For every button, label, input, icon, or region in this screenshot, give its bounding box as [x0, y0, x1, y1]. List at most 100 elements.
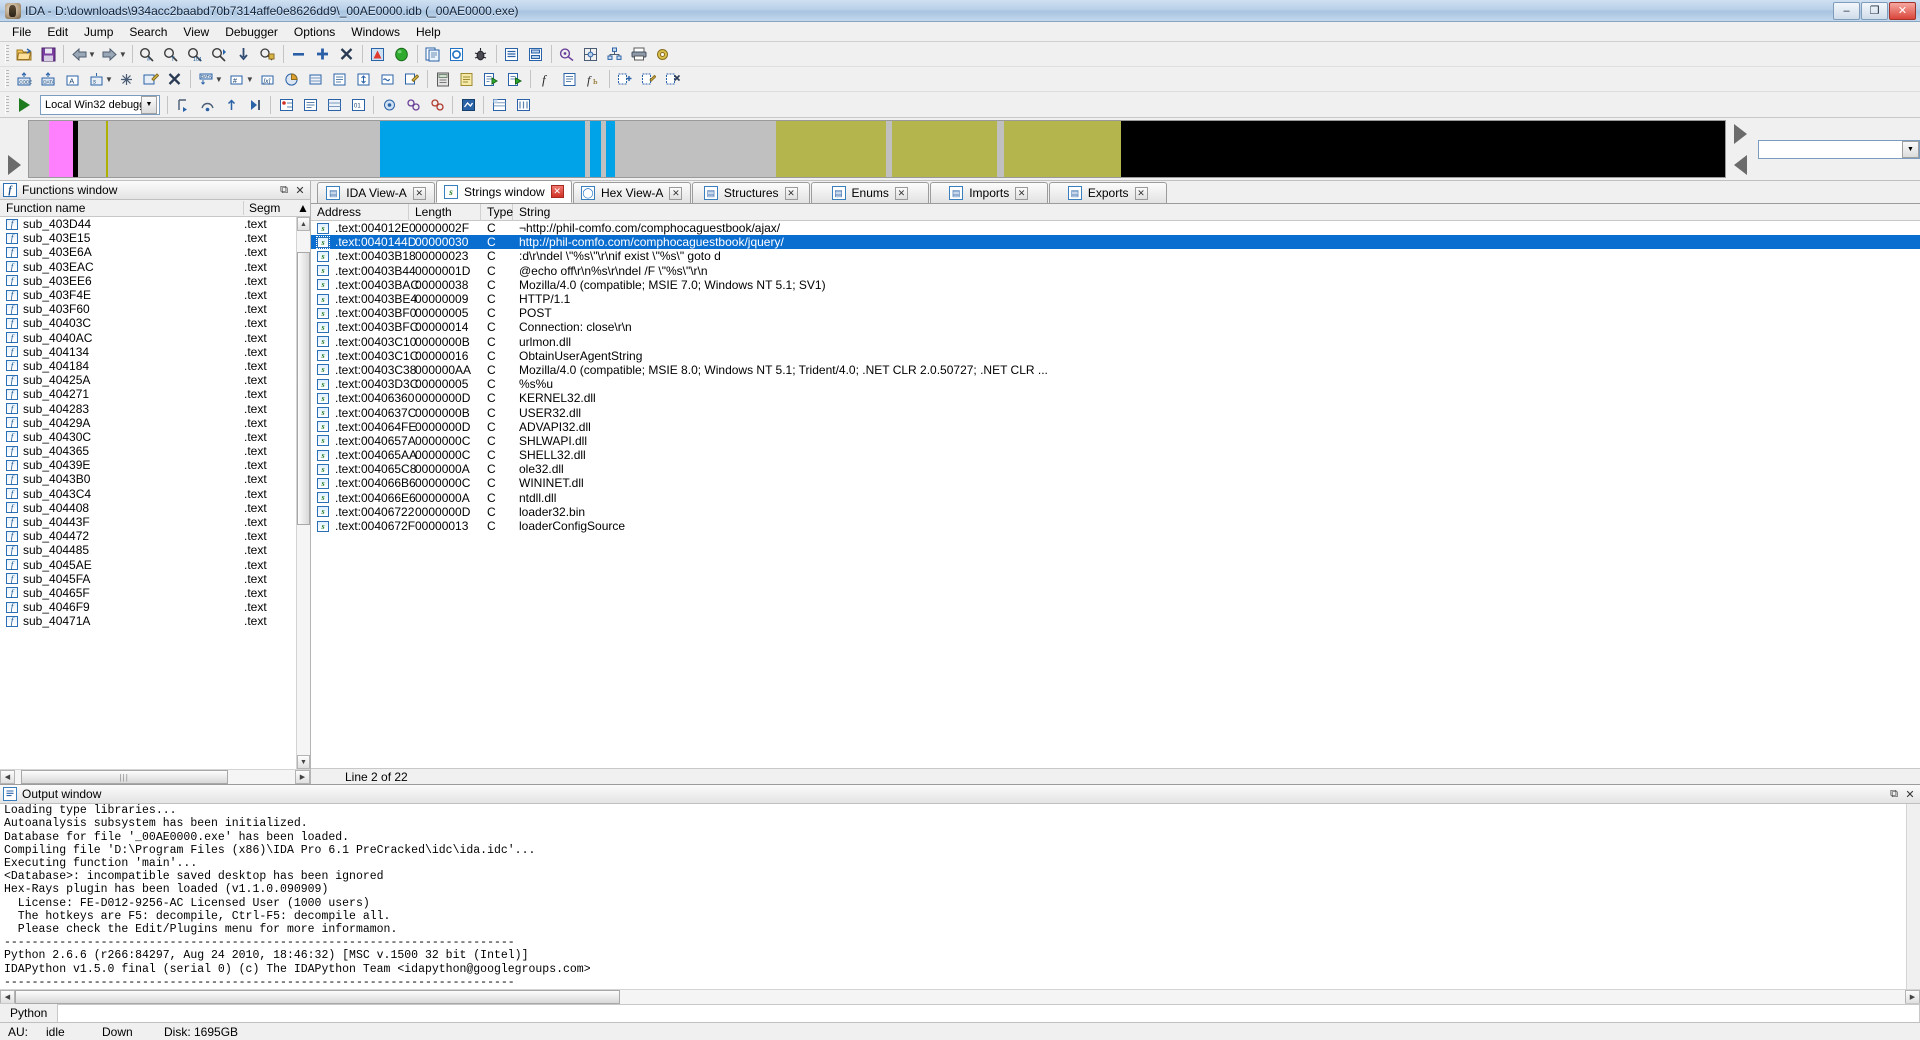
undock-icon[interactable]: ⧉ [277, 183, 291, 197]
tab-exports[interactable]: ▤ Exports ✕ [1048, 182, 1167, 203]
debugger-select[interactable]: Local Win32 debugger ▼ [40, 94, 160, 115]
menu-options[interactable]: Options [286, 23, 343, 41]
warning-icon[interactable] [367, 44, 389, 65]
nav-left-arrows[interactable] [0, 118, 28, 180]
back-dropdown-icon[interactable]: ▼ [88, 50, 96, 59]
nav-segment[interactable] [605, 121, 615, 177]
strings-table-row[interactable]: s .text:00403BE4 00000009 C HTTP/1.1 [311, 292, 1920, 306]
nav-segment[interactable] [775, 121, 887, 177]
strings-list[interactable]: s .text:004012E0 0000002F C ¬http://phil-com… [311, 221, 1920, 768]
functions-list[interactable]: f sub_403D44 .text f sub_403E15 .text f sub_403… [0, 217, 310, 770]
tab-structures[interactable]: ▤ Structures ✕ [691, 182, 810, 203]
function-list-item[interactable]: f sub_4045FA .text [0, 572, 296, 586]
array-icon[interactable]: [x] [257, 69, 279, 90]
function-list-item[interactable]: f sub_40430C .text [0, 430, 296, 444]
nav-segment[interactable] [614, 121, 776, 177]
nav-segment[interactable] [892, 121, 998, 177]
function-list-item[interactable]: f sub_404134 .text [0, 345, 296, 359]
function-list-item[interactable]: f sub_40403C .text [0, 316, 296, 330]
column-type[interactable]: Type [481, 203, 513, 221]
navigate-icon[interactable] [580, 44, 602, 65]
tab-close-icon[interactable]: ✕ [412, 186, 426, 200]
breakpoint-edit-icon[interactable] [638, 69, 660, 90]
column-function-name[interactable]: Function name [0, 201, 244, 215]
breakpoint-add-icon[interactable] [614, 69, 636, 90]
strings-table-row[interactable]: s .text:00403BF0 00000005 C POST [311, 306, 1920, 320]
maximize-button[interactable]: ❐ [1861, 1, 1888, 20]
strings-table-row[interactable]: s .text:00406360 0000000D C KERNEL32.dll [311, 391, 1920, 405]
xrefs-icon[interactable] [604, 44, 626, 65]
execute-script-icon[interactable] [480, 69, 502, 90]
python-input[interactable] [58, 1003, 1920, 1023]
zoom-out-icon[interactable] [288, 44, 310, 65]
hscroll-track[interactable]: ||| [15, 770, 295, 785]
function-list-item[interactable]: f sub_404283 .text [0, 401, 296, 416]
nav-zoom-combo[interactable]: ▼ [1758, 139, 1920, 159]
chevron-down-icon[interactable]: ▼ [141, 95, 157, 114]
hex-view-icon[interactable] [446, 44, 468, 65]
debug-options-icon[interactable] [378, 94, 400, 115]
local-types-icon[interactable] [559, 69, 581, 90]
debug-bug-icon[interactable] [470, 44, 492, 65]
out-hscroll-track[interactable] [15, 989, 1905, 1004]
edit-function-icon[interactable] [140, 69, 162, 90]
show-threads-icon[interactable] [512, 94, 534, 115]
output-log[interactable]: Loading type libraries... Autoanalysis su… [0, 804, 1920, 989]
menu-edit[interactable]: Edit [39, 23, 76, 41]
function-list-item[interactable]: f sub_4045AE .text [0, 558, 296, 572]
function-list-item[interactable]: f sub_403F4E .text [0, 288, 296, 302]
step-out-icon[interactable] [220, 94, 242, 115]
stack-var-icon[interactable] [353, 69, 375, 90]
tab-close-icon[interactable]: ✕ [550, 185, 564, 198]
make-ascii-icon[interactable]: A [61, 69, 83, 90]
watch-list-icon[interactable] [299, 94, 321, 115]
show-stack-icon[interactable] [488, 94, 510, 115]
scroll-down-icon[interactable]: ▼ [297, 755, 310, 770]
strings-table-row[interactable]: s .text:00403BAC 00000038 C Mozilla/4.0 (com… [311, 278, 1920, 292]
function-list-item[interactable]: f sub_4043C4 .text [0, 487, 296, 501]
nav-segment[interactable] [379, 121, 585, 177]
close-button[interactable]: ✕ [1889, 1, 1916, 20]
debug-toolbar-grip[interactable] [5, 95, 9, 114]
calculator-icon[interactable] [432, 69, 454, 90]
nav-segment[interactable] [29, 121, 49, 177]
data-format-icon[interactable]: DATA [195, 69, 217, 90]
run-green-icon[interactable] [391, 44, 413, 65]
navigator-bar[interactable] [28, 120, 1726, 178]
structures-list-icon[interactable] [329, 69, 351, 90]
strings-table-row[interactable]: s .text:00403BFC 00000014 C Connection: clos… [311, 320, 1920, 334]
zoom-in-icon[interactable] [312, 44, 334, 65]
tracing-icon[interactable] [457, 94, 479, 115]
detach-process-icon[interactable] [426, 94, 448, 115]
nav-segment[interactable] [107, 121, 380, 177]
function-list-item[interactable]: f sub_40439E .text [0, 458, 296, 472]
menu-debugger[interactable]: Debugger [217, 23, 286, 41]
strings-table-row[interactable]: s .text:0040144D 00000030 Chttp://phil-comf… [311, 235, 1920, 250]
menu-file[interactable]: File [4, 23, 39, 41]
nav-right-arrows[interactable] [1726, 118, 1754, 180]
tab-close-icon[interactable]: ✕ [1134, 186, 1148, 200]
strings-table-row[interactable]: s .text:004012E0 0000002F C ¬http://phil-com… [311, 221, 1920, 235]
options-gear-icon[interactable] [652, 44, 674, 65]
strings-table-row[interactable]: s .text:00403D3C 00000005 C %s%u [311, 377, 1920, 391]
function-list-item[interactable]: f sub_40465F .text [0, 586, 296, 600]
run-debugger-button[interactable] [13, 94, 35, 115]
function-list-item[interactable]: f sub_4040AC .text [0, 331, 296, 345]
scroll-right-icon[interactable]: ▶ [295, 770, 310, 785]
search-immediate-icon[interactable]: 101 [185, 44, 207, 65]
function-list-item[interactable]: f sub_40443F .text [0, 515, 296, 529]
nav-segment[interactable] [1004, 121, 1121, 177]
function-list-item[interactable]: f sub_404184 .text [0, 359, 296, 373]
output-undock-icon[interactable]: ⧉ [1887, 787, 1901, 801]
function-list-item[interactable]: f sub_403EAC .text [0, 260, 296, 274]
forward-arrow-icon[interactable] [99, 44, 121, 65]
struct-dropdown-icon[interactable]: ▼ [105, 75, 113, 84]
nav-forward-icon[interactable] [1726, 118, 1754, 149]
function-list-item[interactable]: f sub_404408 .text [0, 501, 296, 515]
make-struct-icon[interactable]: s [85, 69, 107, 90]
back-arrow-icon[interactable] [68, 44, 90, 65]
minimize-button[interactable]: – [1833, 1, 1860, 20]
tab-close-icon[interactable]: ✕ [784, 186, 798, 200]
number-format-icon[interactable]: # [226, 69, 248, 90]
function-list-item[interactable]: f sub_4043B0 .text [0, 472, 296, 486]
